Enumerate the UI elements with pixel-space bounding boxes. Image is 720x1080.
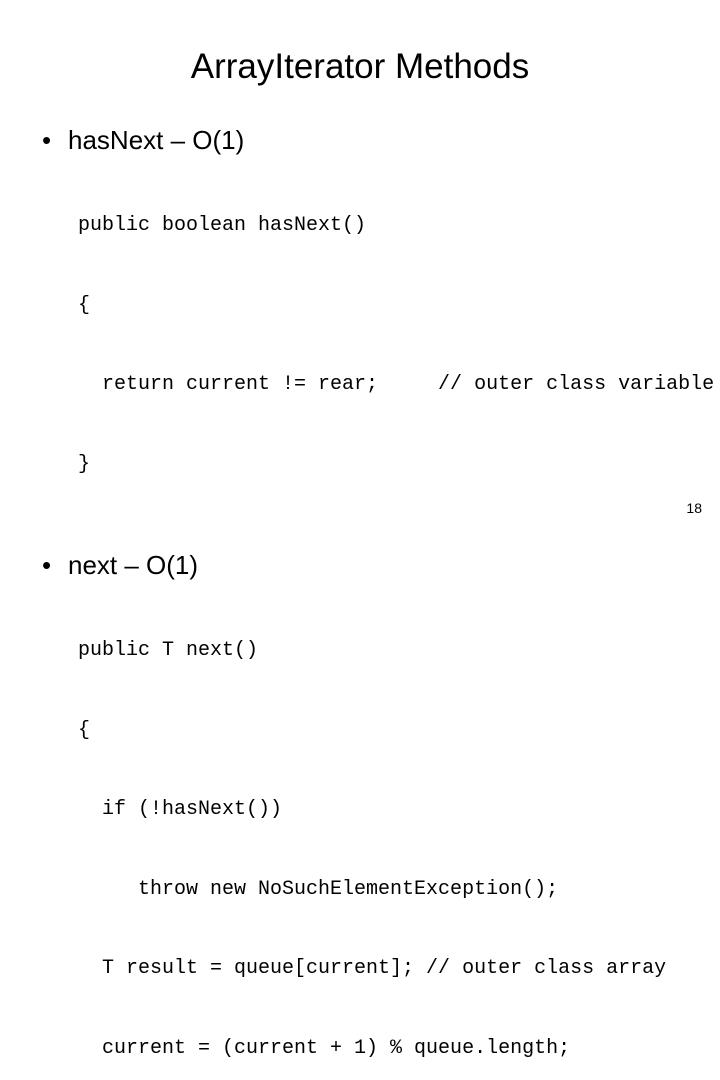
code-line: { [78, 293, 91, 317]
code-line: } [78, 452, 91, 476]
bullet-dot-icon: • [42, 125, 52, 155]
code-line: public boolean hasNext() [78, 214, 367, 237]
code-line: public T next() [78, 639, 259, 662]
slide: ArrayIterator Methods • hasNext – O(1) p… [0, 0, 720, 1060]
code-line: { [78, 718, 91, 742]
page-title: ArrayIterator Methods [190, 47, 530, 86]
bullet-section-has-next: • hasNext – O(1) public boolean hasNext(… [0, 124, 720, 531]
bullet-heading-label: next – O(1) [68, 550, 199, 580]
code-line: return current != rear; // outer class v… [78, 373, 715, 396]
bullet-heading-label: hasNext – O(1) [68, 125, 245, 155]
code-block-next: public T next() { if (!hasNext()) throw … [0, 585, 720, 1080]
bullet-section-next: • next – O(1) public T next() { if (!has… [0, 549, 720, 1080]
code-line: current = (current + 1) % queue.length; [78, 1036, 571, 1060]
code-line: if (!hasNext()) [78, 798, 283, 821]
bullet-heading-has-next: • hasNext – O(1) [0, 124, 720, 156]
bullet-heading-next: • next – O(1) [0, 549, 720, 581]
code-line: T result = queue[current]; // outer clas… [78, 957, 667, 980]
page-number: 18 [686, 500, 702, 516]
code-block-has-next: public boolean hasNext() { return curren… [0, 160, 720, 531]
bullet-dot-icon: • [42, 550, 52, 580]
code-line: throw new NoSuchElementException(); [78, 877, 559, 901]
slide-body: • hasNext – O(1) public boolean hasNext(… [0, 124, 720, 1080]
